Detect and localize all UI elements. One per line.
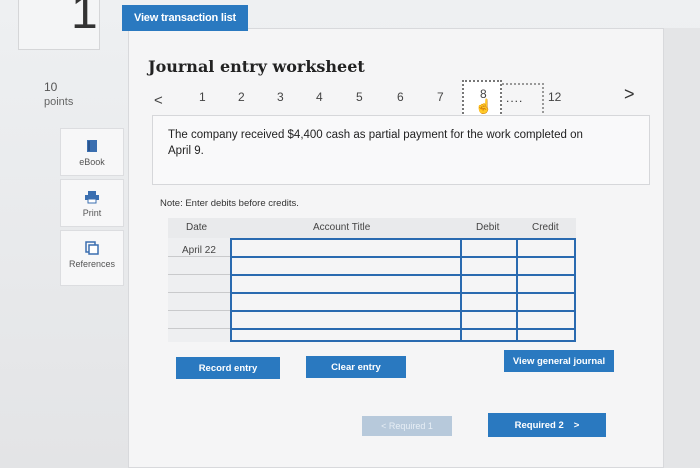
pager-page-7[interactable]: 7 (437, 90, 444, 104)
grid-vline (516, 238, 518, 342)
date-row-line (168, 256, 230, 257)
pager-prev-button[interactable]: < (154, 92, 163, 109)
grid-line (230, 310, 576, 312)
points-value: 10 (44, 80, 58, 94)
transaction-prompt: The company received $4,400 cash as part… (168, 129, 583, 157)
references-button[interactable]: References (60, 230, 124, 286)
required-1-button[interactable]: < Required 1 (362, 416, 452, 436)
pager-ellipsis: .... (501, 83, 545, 117)
date-row-line (168, 274, 230, 275)
required-2-button[interactable]: Required 2 > (488, 413, 606, 437)
pager-page-6[interactable]: 6 (397, 90, 404, 104)
header-credit: Credit (532, 222, 559, 233)
date-row-line (168, 310, 230, 311)
pager-page-last[interactable]: 12 (548, 90, 561, 104)
points-info: 10 points (44, 80, 73, 110)
ebook-label: eBook (79, 157, 105, 167)
grid-vline (230, 238, 232, 342)
date-row-line (168, 328, 230, 329)
pager-page-current[interactable]: 8 ☝ (462, 80, 502, 118)
header-debit: Debit (476, 222, 500, 233)
pager-page-4[interactable]: 4 (316, 90, 323, 104)
header-date: Date (186, 222, 208, 233)
record-entry-button[interactable]: Record entry (176, 357, 280, 379)
grid-line (230, 274, 576, 276)
view-general-journal-button[interactable]: View general journal (504, 350, 614, 372)
page-title: Journal entry worksheet (148, 57, 365, 76)
pager-page-5[interactable]: 5 (356, 90, 363, 104)
chevron-right-icon: > (573, 419, 580, 431)
required-2-label: Required 2 (514, 419, 564, 431)
pager-page-2[interactable]: 2 (238, 90, 245, 104)
print-label: Print (82, 208, 102, 218)
printer-icon (85, 191, 99, 204)
ebook-button[interactable]: eBook (60, 128, 124, 176)
hand-pointer-icon: ☝ (475, 98, 493, 114)
grid-line (230, 238, 576, 240)
grid-line (230, 328, 576, 330)
pager-next-button[interactable]: > (624, 84, 635, 105)
grid-line (230, 256, 576, 258)
view-transaction-list-button[interactable]: View transaction list (122, 5, 248, 31)
grid-line (230, 292, 576, 294)
header-account-title: Account Title (313, 222, 371, 233)
date-row-line (168, 292, 230, 293)
grid-vline (460, 238, 462, 342)
page-margin (664, 28, 700, 468)
tool-column: eBook Print References (60, 128, 124, 289)
references-icon (85, 241, 99, 255)
grid-vline (574, 238, 576, 342)
table-header: Date Account Title Debit Credit (168, 218, 576, 238)
references-label: References (68, 259, 116, 269)
date-cell[interactable]: April 22 (182, 245, 216, 256)
grid-line (230, 340, 576, 342)
question-number-tab[interactable]: 1 (18, 0, 100, 50)
points-label: points (44, 96, 74, 108)
clear-entry-button[interactable]: Clear entry (306, 356, 406, 378)
entry-note: Note: Enter debits before credits. (160, 198, 299, 209)
book-icon (87, 140, 97, 152)
journal-entry-table: Date Account Title Debit Credit April 22 (168, 218, 578, 342)
pager-page-1[interactable]: 1 (199, 90, 206, 104)
print-button[interactable]: Print (60, 179, 124, 227)
question-number: 1 (71, 0, 98, 39)
pager-page-3[interactable]: 3 (277, 90, 284, 104)
